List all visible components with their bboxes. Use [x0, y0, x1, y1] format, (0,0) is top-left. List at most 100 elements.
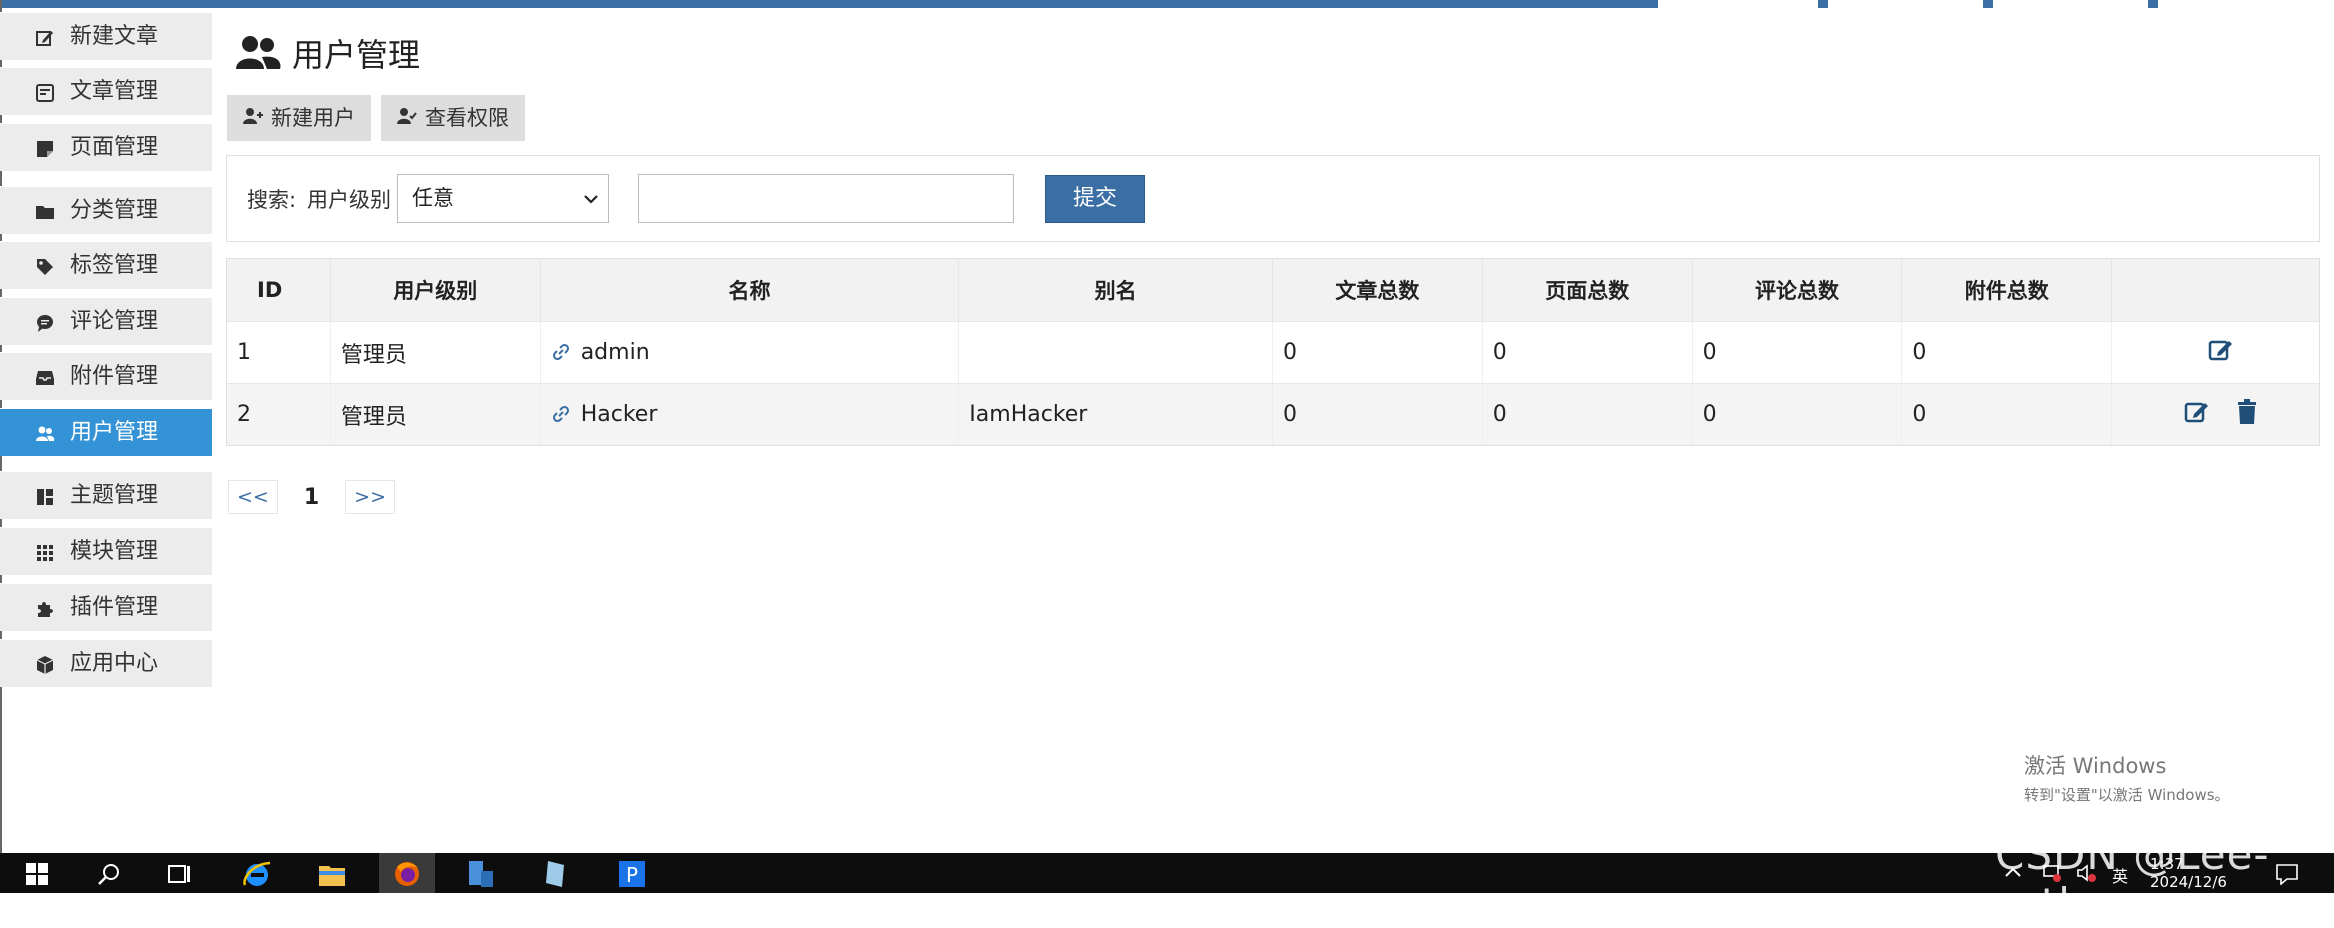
sidebar-item-modules[interactable]: 模块管理: [0, 527, 212, 575]
action-buttons: 新建用户 查看权限: [227, 95, 525, 141]
user-name-link[interactable]: admin: [581, 340, 650, 365]
top-accent-segment: [0, 0, 1658, 8]
edit-icon[interactable]: [2184, 399, 2210, 431]
sidebar-item-label: 用户管理: [70, 420, 159, 445]
page-title: 用户管理: [234, 30, 420, 76]
file-explorer-icon[interactable]: [315, 857, 349, 891]
svg-text:P: P: [626, 863, 638, 887]
cell-name[interactable]: admin: [541, 322, 960, 383]
cell-posts: 0: [1273, 322, 1483, 383]
column-header-name[interactable]: 名称: [541, 259, 960, 321]
column-header-alias[interactable]: 别名: [959, 259, 1274, 321]
sidebar-item-tags[interactable]: 标签管理: [0, 241, 212, 289]
cell-pages: 0: [1483, 322, 1693, 383]
page-icon: [34, 138, 56, 160]
column-header-comments[interactable]: 评论总数: [1693, 259, 1903, 321]
users-icon: [34, 423, 56, 445]
sidebar-item-pages[interactable]: 页面管理: [0, 123, 212, 171]
view-permissions-button[interactable]: 查看权限: [381, 95, 525, 141]
cell-id: 1: [227, 322, 331, 383]
sidebar-item-comments[interactable]: 评论管理: [0, 297, 212, 345]
view-permissions-label: 查看权限: [425, 106, 509, 130]
new-user-button[interactable]: 新建用户: [227, 95, 371, 141]
app-p-icon[interactable]: P: [615, 857, 649, 891]
firefox-icon[interactable]: [390, 857, 424, 891]
table-header: ID 用户级别 名称 别名 文章总数 页面总数 评论总数 附件总数: [227, 259, 2319, 321]
internet-explorer-icon[interactable]: [240, 857, 274, 891]
users-icon: [234, 33, 282, 73]
powershell-icon[interactable]: [538, 857, 572, 891]
taskbar: P 英 1:37 2024/12/6: [0, 853, 2334, 893]
watermark-subtitle: 转到"设置"以激活 Windows。: [2024, 786, 2230, 804]
column-header-actions: [2112, 259, 2319, 321]
cell-alias: IamHacker: [959, 384, 1273, 445]
folder-icon: [34, 201, 56, 223]
link-icon: [551, 342, 573, 364]
cell-name[interactable]: Hacker: [541, 384, 960, 445]
search-label: 搜索:: [247, 188, 297, 212]
top-accent-segment: [2148, 0, 2158, 8]
search-input[interactable]: [638, 174, 1014, 223]
page-title-text: 用户管理: [292, 36, 421, 74]
column-header-attachments[interactable]: 附件总数: [1902, 259, 2113, 321]
activation-watermark: 激活 Windows 转到"设置"以激活 Windows。: [2024, 750, 2230, 805]
link-icon: [551, 404, 573, 426]
column-header-pages[interactable]: 页面总数: [1483, 259, 1693, 321]
search-panel: 搜索: 用户级别 任意 提交: [226, 155, 2320, 242]
watermark-title: 激活 Windows: [2024, 754, 2167, 778]
cell-id: 2: [227, 384, 331, 445]
trash-icon[interactable]: [2236, 398, 2258, 431]
cell-comments: 0: [1693, 384, 1903, 445]
cell-level: 管理员: [331, 384, 541, 445]
search-icon[interactable]: [92, 857, 126, 891]
sidebar-item-label: 页面管理: [70, 135, 159, 160]
sidebar-item-label: 主题管理: [70, 483, 159, 508]
column-header-id[interactable]: ID: [227, 259, 331, 321]
sidebar-item-users[interactable]: 用户管理: [0, 408, 212, 456]
grid-icon: [34, 542, 56, 564]
current-page[interactable]: 1: [290, 485, 333, 510]
user-name-link[interactable]: Hacker: [581, 402, 658, 427]
cell-attachments: 0: [1902, 322, 2113, 383]
user-check-icon: [397, 95, 417, 141]
sidebar-item-label: 标签管理: [70, 253, 159, 278]
sidebar-item-label: 分类管理: [70, 198, 159, 223]
new-user-label: 新建用户: [271, 106, 355, 130]
cell-actions: [2112, 384, 2319, 445]
sidebar-item-attachments[interactable]: 附件管理: [0, 352, 212, 400]
sidebar-item-new-post[interactable]: 新建文章: [0, 12, 212, 60]
sidebar-item-label: 附件管理: [70, 364, 159, 389]
puzzle-icon: [34, 598, 56, 620]
submit-button[interactable]: 提交: [1045, 175, 1145, 223]
column-header-level[interactable]: 用户级别: [331, 259, 541, 321]
prev-page-button[interactable]: <<: [228, 480, 278, 514]
add-user-icon: [243, 95, 263, 141]
comment-icon: [34, 312, 56, 334]
sidebar-item-label: 应用中心: [70, 651, 159, 676]
user-table: ID 用户级别 名称 别名 文章总数 页面总数 评论总数 附件总数 1 管理员 …: [226, 258, 2320, 446]
next-page-button[interactable]: >>: [345, 480, 395, 514]
windows-start-icon[interactable]: [20, 857, 54, 891]
sidebar-item-categories[interactable]: 分类管理: [0, 186, 212, 234]
cell-attachments: 0: [1902, 384, 2113, 445]
cell-posts: 0: [1273, 384, 1483, 445]
top-accent-segment: [1818, 0, 1828, 8]
edit-icon[interactable]: [2208, 337, 2234, 369]
sidebar-item-label: 评论管理: [70, 309, 159, 334]
sidebar-item-articles[interactable]: 文章管理: [0, 67, 212, 115]
server-manager-icon[interactable]: [463, 857, 497, 891]
cell-actions: [2112, 322, 2319, 383]
csdn-watermark: CSDN @Lee-ruth: [1995, 830, 2270, 928]
sidebar-item-plugins[interactable]: 插件管理: [0, 583, 212, 631]
task-view-icon[interactable]: [163, 857, 197, 891]
pagination: << 1 >>: [228, 480, 395, 514]
sidebar-item-app-center[interactable]: 应用中心: [0, 639, 212, 687]
edit-icon: [34, 27, 56, 49]
inbox-icon: [34, 367, 56, 389]
sidebar-item-themes[interactable]: 主题管理: [0, 471, 212, 519]
top-accent-bar: [0, 0, 2334, 8]
sidebar-item-label: 文章管理: [70, 79, 159, 104]
column-header-posts[interactable]: 文章总数: [1273, 259, 1483, 321]
cell-pages: 0: [1483, 384, 1693, 445]
user-level-select[interactable]: 任意: [397, 174, 609, 223]
